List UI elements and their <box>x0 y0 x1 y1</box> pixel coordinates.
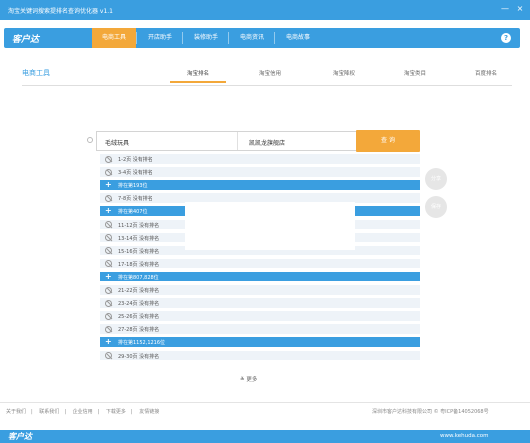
subtab-taobao-ranking[interactable]: 淘宝排名 <box>170 69 226 83</box>
share-button[interactable]: 分享 <box>425 168 447 190</box>
nav-tab-ecommerce-stories[interactable]: 电商故事 <box>276 28 320 48</box>
plus-icon[interactable]: + <box>105 180 113 190</box>
divider <box>22 85 512 86</box>
plus-icon[interactable]: + <box>105 272 113 282</box>
no-rank-icon <box>105 168 112 176</box>
no-rank-icon <box>105 221 112 228</box>
keyword-input[interactable]: 毛绒玩具 <box>105 138 129 147</box>
no-rank-icon <box>105 155 112 163</box>
subtab-taobao-credit[interactable]: 淘宝信用 <box>242 69 298 83</box>
subtab-taobao-demotion[interactable]: 淘宝降权 <box>316 69 372 83</box>
result-text: 1-2页 没有排名 <box>118 157 153 163</box>
result-text: 排在第407位 <box>118 209 148 216</box>
footer-link-friends[interactable]: 友情链接 <box>139 409 159 415</box>
no-rank-icon <box>105 299 112 307</box>
footer-link-download[interactable]: 下载更多 <box>106 409 126 415</box>
footer-link-about[interactable]: 关于我们 <box>6 409 26 415</box>
result-row: 1-2页 没有排名 <box>100 154 420 165</box>
nav-tab-ecommerce-tools[interactable]: 电商工具 <box>92 28 136 48</box>
brand-logo: 客户达 <box>12 35 40 45</box>
question-icon[interactable]: ? <box>501 33 511 43</box>
copyright-text: 深圳市客户达科技有限公司 © 粤ICP备14052068号 <box>372 409 489 415</box>
footer-links: 关于我们 | 联系我们 | 企业信用 | 下载更多 | 友情链接 <box>6 409 160 415</box>
bottom-bar: 客户达 www.kehuda.com <box>0 430 530 443</box>
result-text: 排在第193位 <box>118 183 148 190</box>
nav-tab-shop-assistant[interactable]: 开店助手 <box>138 28 182 48</box>
no-rank-icon <box>105 312 112 320</box>
result-text: 23-24页 没有排名 <box>118 301 160 308</box>
result-text: 排在第807,828位 <box>118 274 159 281</box>
result-text: 3-4页 没有排名 <box>118 170 153 177</box>
no-rank-icon <box>105 247 112 255</box>
result-text: 25-26页 没有排名 <box>118 314 160 321</box>
result-row-ranked: + 排在第193位 <box>100 180 420 191</box>
result-row-ranked: + 排在第1152,1216位 <box>100 337 420 348</box>
nav-tab-ecommerce-news[interactable]: 电商资讯 <box>230 28 274 48</box>
section-title: 电商工具 <box>22 69 50 77</box>
result-text: 13-14页 没有排名 <box>118 235 160 242</box>
no-rank-icon <box>105 260 112 268</box>
result-text: 7-8页 没有排名 <box>118 196 153 203</box>
no-rank-icon <box>105 325 112 333</box>
app-window: 淘宝关键词搜索提排名查询优化器 v1.1 — × 客户达 电商工具 开店助手 装… <box>0 0 530 443</box>
close-button[interactable]: × <box>515 4 525 14</box>
blank-overlay <box>185 202 355 250</box>
divider <box>0 402 530 403</box>
no-rank-icon <box>105 234 112 242</box>
result-text: 27-28页 没有排名 <box>118 327 160 334</box>
result-text: 21-22页 没有排名 <box>118 288 160 294</box>
result-text: 排在第1152,1216位 <box>118 340 166 347</box>
result-text: 15-16页 没有排名 <box>118 248 160 255</box>
save-button[interactable]: 保存 <box>425 196 447 218</box>
no-rank-icon <box>105 286 112 294</box>
brand-logo: 客户达 <box>8 432 32 441</box>
more-label: 更多 <box>246 377 258 383</box>
shop-name-input[interactable]: 凯凯龙旗舰店 <box>249 138 285 147</box>
result-row-ranked: + 排在第807,828位 <box>100 271 420 283</box>
title-bar: 淘宝关键词搜索提排名查询优化器 v1.1 — × <box>0 0 530 20</box>
divider <box>237 132 238 150</box>
double-chevron-down-icon: ≚ <box>240 377 245 383</box>
result-row: 29-30页 没有排名 <box>100 350 420 361</box>
nav-separator <box>182 32 183 44</box>
subtab-baidu-ranking[interactable]: 百度排名 <box>458 69 514 83</box>
subtab-taobao-category[interactable]: 淘宝类目 <box>387 69 443 83</box>
radio-icon[interactable] <box>87 137 93 143</box>
window-title: 淘宝关键词搜索提排名查询优化器 v1.1 <box>8 8 114 15</box>
nav-tab-decoration-assistant[interactable]: 装修助手 <box>184 28 228 48</box>
result-row: 27-28页 没有排名 <box>100 324 420 335</box>
main-nav: 客户达 电商工具 开店助手 装修助手 电商资讯 电商故事 ? <box>4 28 520 48</box>
site-url[interactable]: www.kehuda.com <box>440 433 488 439</box>
result-row: 17-18页 没有排名 <box>100 258 420 270</box>
result-row: 3-4页 没有排名 <box>100 167 420 178</box>
nav-separator <box>274 32 275 44</box>
plus-icon[interactable]: + <box>105 337 113 347</box>
result-text: 11-12页 没有排名 <box>118 222 160 229</box>
nav-separator <box>228 32 229 44</box>
result-row: 21-22页 没有排名 <box>100 285 420 296</box>
no-rank-icon <box>105 352 112 359</box>
footer-link-credit[interactable]: 企业信用 <box>73 409 93 415</box>
footer-link-contact[interactable]: 联系我们 <box>39 409 59 415</box>
result-row: 23-24页 没有排名 <box>100 298 420 309</box>
minimize-button[interactable]: — <box>500 4 510 14</box>
plus-icon[interactable]: + <box>105 206 113 216</box>
nav-separator <box>136 32 137 44</box>
result-text: 29-30页 没有排名 <box>118 353 160 360</box>
result-row: 25-26页 没有排名 <box>100 311 420 322</box>
result-text: 17-18页 没有排名 <box>118 261 160 268</box>
no-rank-icon <box>105 194 112 202</box>
query-button[interactable]: 查 询 <box>356 130 420 152</box>
more-button[interactable]: ≚ 更多 <box>240 375 257 383</box>
